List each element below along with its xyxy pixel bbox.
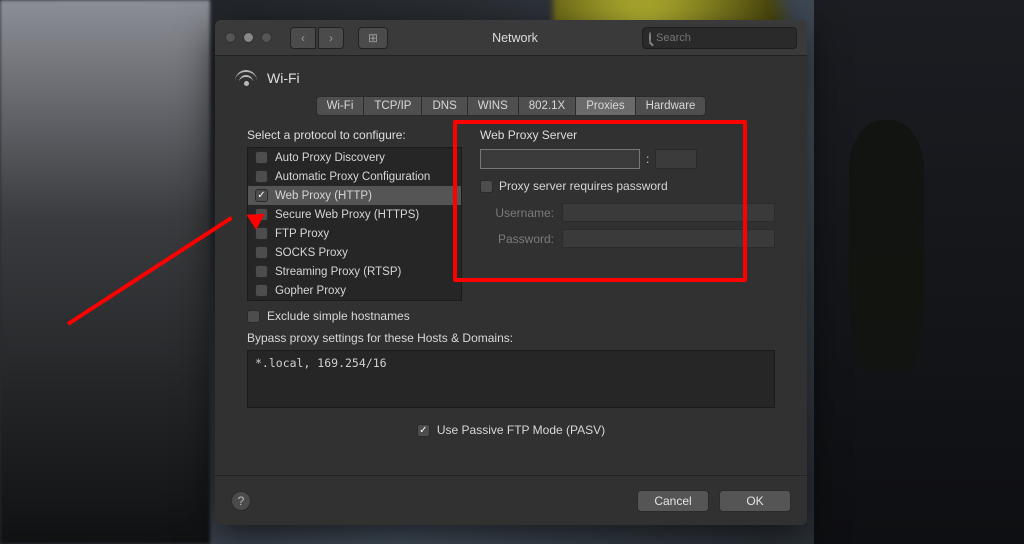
window-titlebar: ‹ › ⊞ Network xyxy=(215,20,807,56)
protocol-label: SOCKS Proxy xyxy=(275,247,348,259)
chevron-right-icon: › xyxy=(329,31,333,45)
protocol-checkbox[interactable] xyxy=(255,189,268,202)
protocol-list-label: Select a protocol to configure: xyxy=(247,128,462,142)
protocol-row[interactable]: Gopher Proxy xyxy=(248,281,461,300)
protocol-list[interactable]: Auto Proxy Discovery Automatic Proxy Conf… xyxy=(247,147,462,301)
settings-tabs: Wi-FiTCP/IPDNSWINS802.1XProxiesHardware xyxy=(215,96,807,128)
password-input xyxy=(562,229,775,248)
service-name: Wi-Fi xyxy=(267,70,300,86)
cancel-button[interactable]: Cancel xyxy=(637,490,709,512)
close-window-dot[interactable] xyxy=(225,32,236,43)
protocol-row[interactable]: SOCKS Proxy xyxy=(248,243,461,262)
service-header: Wi-Fi xyxy=(215,56,807,96)
username-label: Username: xyxy=(480,206,554,220)
dialog-footer: ? Cancel OK xyxy=(215,475,807,525)
tab-dns[interactable]: DNS xyxy=(421,96,466,116)
protocol-label: FTP Proxy xyxy=(275,228,329,240)
wifi-icon xyxy=(235,70,257,86)
tab-8021x[interactable]: 802.1X xyxy=(518,96,575,116)
proxy-host-input[interactable] xyxy=(480,149,640,169)
protocol-checkbox[interactable] xyxy=(255,265,268,278)
username-input xyxy=(562,203,775,222)
protocol-label: Auto Proxy Discovery xyxy=(275,152,385,164)
tab-wifi[interactable]: Wi-Fi xyxy=(316,96,364,116)
proxy-port-input[interactable] xyxy=(655,149,697,169)
exclude-simple-checkbox[interactable] xyxy=(247,310,260,323)
bypass-textarea[interactable] xyxy=(247,350,775,408)
protocol-row[interactable]: Secure Web Proxy (HTTPS) xyxy=(248,205,461,224)
protocol-label: Web Proxy (HTTP) xyxy=(275,190,372,202)
host-port-separator: : xyxy=(646,152,649,166)
grid-icon: ⊞ xyxy=(368,31,378,45)
protocol-checkbox[interactable] xyxy=(255,151,268,164)
desktop-bg-left xyxy=(0,0,210,544)
window-title: Network xyxy=(396,31,634,45)
help-button[interactable]: ? xyxy=(231,491,251,511)
history-nav: ‹ › xyxy=(290,27,344,49)
require-password-label: Proxy server requires password xyxy=(499,179,668,193)
protocol-row[interactable]: Web Proxy (HTTP) xyxy=(248,186,461,205)
traffic-lights xyxy=(225,32,272,43)
search-field[interactable] xyxy=(642,27,797,49)
passive-ftp-checkbox[interactable] xyxy=(417,424,430,437)
protocol-checkbox[interactable] xyxy=(255,170,268,183)
protocol-checkbox[interactable] xyxy=(255,284,268,297)
desktop-bg-figure xyxy=(849,120,924,370)
proxy-server-label: Web Proxy Server xyxy=(480,128,775,142)
chevron-left-icon: ‹ xyxy=(301,31,305,45)
ok-button[interactable]: OK xyxy=(719,490,791,512)
exclude-simple-label: Exclude simple hostnames xyxy=(267,309,410,323)
tab-wins[interactable]: WINS xyxy=(467,96,518,116)
protocol-row[interactable]: Automatic Proxy Configuration xyxy=(248,167,461,186)
show-all-button[interactable]: ⊞ xyxy=(358,27,388,49)
protocol-label: Gopher Proxy xyxy=(275,285,346,297)
back-button[interactable]: ‹ xyxy=(290,27,316,49)
protocol-checkbox[interactable] xyxy=(255,246,268,259)
protocol-row[interactable]: Auto Proxy Discovery xyxy=(248,148,461,167)
zoom-window-dot[interactable] xyxy=(261,32,272,43)
protocol-label: Streaming Proxy (RTSP) xyxy=(275,266,401,278)
tab-tcpip[interactable]: TCP/IP xyxy=(363,96,421,116)
tab-hardware[interactable]: Hardware xyxy=(635,96,707,116)
tab-proxies[interactable]: Proxies xyxy=(575,96,634,116)
search-input[interactable] xyxy=(656,32,798,44)
passive-ftp-label: Use Passive FTP Mode (PASV) xyxy=(437,423,605,437)
minimize-window-dot[interactable] xyxy=(243,32,254,43)
network-window: ‹ › ⊞ Network Wi-Fi Wi-FiTCP/IPDNSWINS80… xyxy=(215,20,807,525)
forward-button[interactable]: › xyxy=(318,27,344,49)
password-label: Password: xyxy=(480,232,554,246)
protocol-label: Automatic Proxy Configuration xyxy=(275,171,430,183)
bypass-label: Bypass proxy settings for these Hosts & … xyxy=(247,331,775,345)
protocol-row[interactable]: FTP Proxy xyxy=(248,224,461,243)
require-password-checkbox[interactable] xyxy=(480,180,493,193)
proxies-content: Select a protocol to configure: Auto Pro… xyxy=(215,128,807,475)
search-icon xyxy=(649,32,651,43)
protocol-row[interactable]: Streaming Proxy (RTSP) xyxy=(248,262,461,281)
protocol-label: Secure Web Proxy (HTTPS) xyxy=(275,209,419,221)
